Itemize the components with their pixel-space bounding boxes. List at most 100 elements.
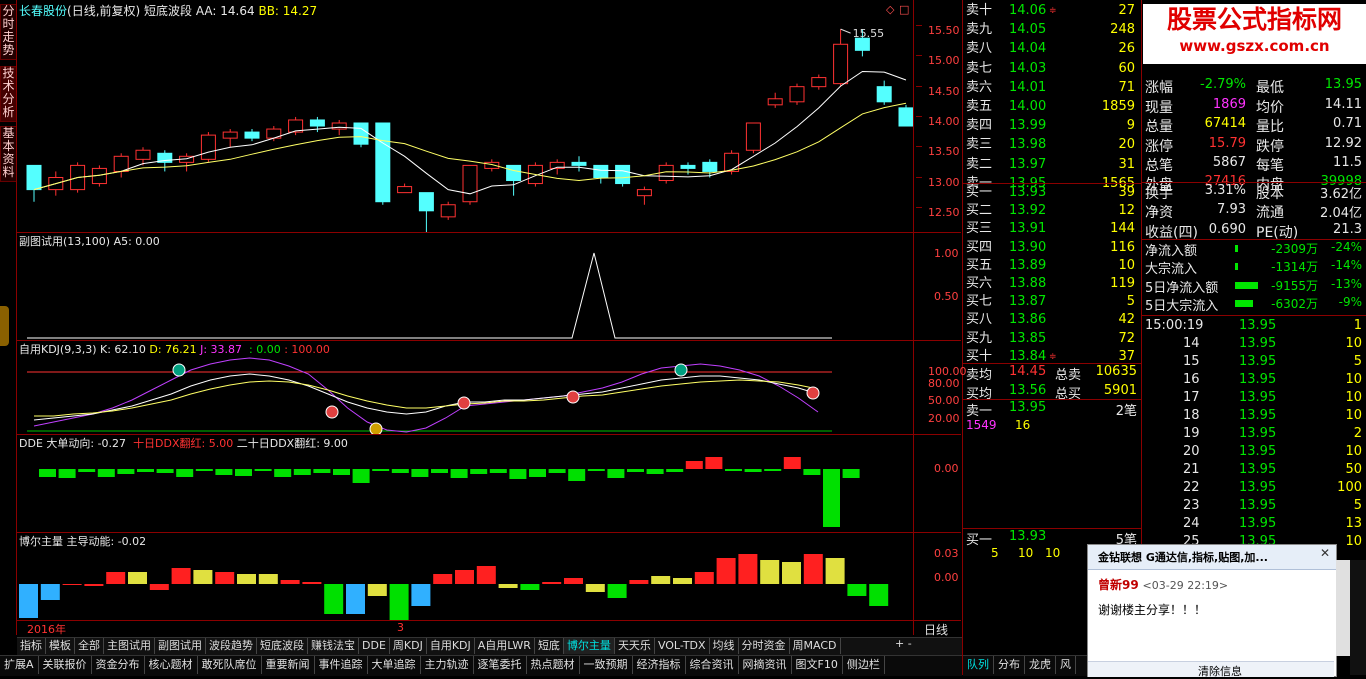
indicator-tab[interactable]: 分时资金 [739,638,790,654]
popup-user[interactable]: 曾新99 [1098,578,1139,592]
quote-label: 最低 [1256,80,1284,97]
bottom-tab[interactable]: 敢死队席位 [198,656,262,674]
collapse-handle[interactable] [0,306,9,346]
side-tab[interactable]: 分布 [994,656,1025,674]
scroll-arrows[interactable]: + - [895,637,912,650]
indicator-tab[interactable]: 副图试用 [155,638,206,654]
bottom-tab[interactable]: 热点题材 [527,656,580,674]
bottom-tab[interactable]: 核心题材 [145,656,198,674]
order-row[interactable]: 卖十 14.06 ≑ 27 [963,2,1139,20]
flow-label: 大宗流入 [1145,262,1198,278]
indicator-tab[interactable]: 模板 [46,638,75,654]
bottom-tab[interactable]: 综合资讯 [686,656,739,674]
bo-bar [825,558,845,584]
order-row[interactable]: 买六 13.88 119 [963,275,1139,293]
bottom-tab[interactable]: 主力轨迹 [421,656,474,674]
order-row[interactable]: 买三 13.91 144 [963,220,1139,238]
side-tab[interactable]: 风 [1056,656,1076,674]
candle-body [26,164,42,191]
order-row[interactable]: 买四 13.90 116 [963,239,1139,257]
bottom-tab[interactable]: 大单追踪 [368,656,421,674]
order-row[interactable]: 买七 13.87 5 [963,293,1139,311]
fund-label: 净资 [1145,205,1173,222]
bottom-tab[interactable]: 图文F10 [792,656,843,674]
indicator-tab[interactable]: 周KDJ [390,638,427,654]
dde-bar [97,469,115,477]
dde-bar [685,461,703,469]
order-row[interactable]: 买八 13.86 42 [963,311,1139,329]
bo-bar [498,584,518,588]
indicator-tab[interactable]: 天天乐 [615,638,655,654]
order-price: 13.97 [1009,156,1047,172]
watermark-title: 股票公式指标网 [1166,5,1342,34]
indicator-tab[interactable]: VOL-TDX [655,638,710,654]
order-volume: 119 [1110,276,1135,291]
tick-time: 21 [1183,462,1200,477]
order-row[interactable]: 买九 13.85 72 [963,330,1139,348]
bottom-tab[interactable]: 关联报价 [39,656,92,674]
bo-bar [476,566,496,584]
side-tab[interactable]: 龙虎 [1025,656,1056,674]
bottom-tab[interactable]: 资金分布 [92,656,145,674]
queue-value: 1549 [966,418,997,432]
bottom-tab[interactable]: 经济指标 [633,656,686,674]
order-row[interactable]: 买一 13.93 39 [963,184,1139,202]
flow-bar [1235,300,1254,308]
order-row[interactable]: 卖七 14.03 60 [963,60,1139,78]
axis-tick [916,25,922,27]
bottom-tab[interactable]: 逐笔委托 [474,656,527,674]
indicator-tab[interactable]: 短底波段 [257,638,308,654]
indicator-tab[interactable]: 波段趋势 [206,638,257,654]
flow-percent: -13% [1330,276,1362,291]
bottom-tab[interactable]: 重要新闻 [262,656,315,674]
indicator-tab[interactable]: A自用LWR [475,638,535,654]
indicator-tab[interactable]: 均线 [710,638,739,654]
tab-fundamental[interactable]: 基本资料 [0,126,17,182]
indicator-tab[interactable]: 指标 [17,638,46,654]
axis-tick [916,146,922,148]
order-row[interactable]: 卖六 14.01 71 [963,79,1139,97]
tab-intraday[interactable]: 分时走势 [0,4,17,60]
order-volume: 72 [1118,330,1135,346]
total-value: 5901 [1103,383,1137,398]
indicator-tab[interactable]: 短底 [535,638,564,654]
bottom-tab[interactable]: 侧边栏 [843,656,885,674]
popup-clear-button[interactable]: 清除信息 [1198,663,1242,679]
order-label: 买五 [966,257,993,273]
order-row[interactable]: 卖八 14.04 26 [963,40,1139,58]
order-row[interactable]: 卖五 14.00 1859 [963,98,1139,116]
queue-price: 13.95 [1009,400,1047,415]
indicator-tab[interactable]: 赚钱法宝 [308,638,359,654]
indicator-tab[interactable]: 周MACD [790,638,841,654]
bottom-tab[interactable]: 网摘资讯 [739,656,792,674]
signal-marker [674,363,688,377]
side-tab[interactable]: 队列 [963,656,994,674]
popup-scrollbar[interactable] [1336,560,1350,656]
bottom-tab[interactable]: 一致预期 [580,656,633,674]
order-label: 卖五 [966,99,993,114]
candle-body [418,192,434,212]
indicator-tab[interactable]: 主图试用 [104,638,155,654]
period-label[interactable]: 日线 [924,621,948,638]
order-price: 14.04 [1009,41,1047,57]
indicator-tab[interactable]: 博尔主量 [563,638,615,654]
order-row[interactable]: 买二 13.92 12 [963,202,1139,220]
bo-bar [847,584,867,596]
indicator-tab[interactable]: 全部 [75,638,104,654]
popup-close-icon[interactable]: ✕ [1320,546,1330,560]
order-row[interactable]: 卖九 14.05 248 [963,21,1139,39]
bottom-tab[interactable]: 事件追踪 [315,656,368,674]
order-row[interactable]: 卖三 13.98 20 [963,136,1139,154]
chat-popup[interactable]: 金钻联想 G通达信,指标,贴图,加... ✕ 曾新99 <03-29 22:19… [1087,544,1337,679]
order-volume: 10 [1118,257,1135,273]
tab-technical[interactable]: 技术分析 [0,66,17,122]
main-chart[interactable]: 15.55 12.11 [17,14,913,232]
bottom-tab[interactable]: 扩展A [0,656,39,674]
order-label: 卖七 [966,60,993,76]
order-row[interactable]: 卖二 13.97 31 [963,156,1139,174]
sub1-tick-label: 1.00 [934,247,959,260]
order-row[interactable]: 卖四 13.99 9 [963,117,1139,135]
indicator-tab[interactable]: 自用KDJ [427,638,475,654]
indicator-tab[interactable]: DDE [359,638,390,654]
order-row[interactable]: 买五 13.89 10 [963,257,1139,275]
